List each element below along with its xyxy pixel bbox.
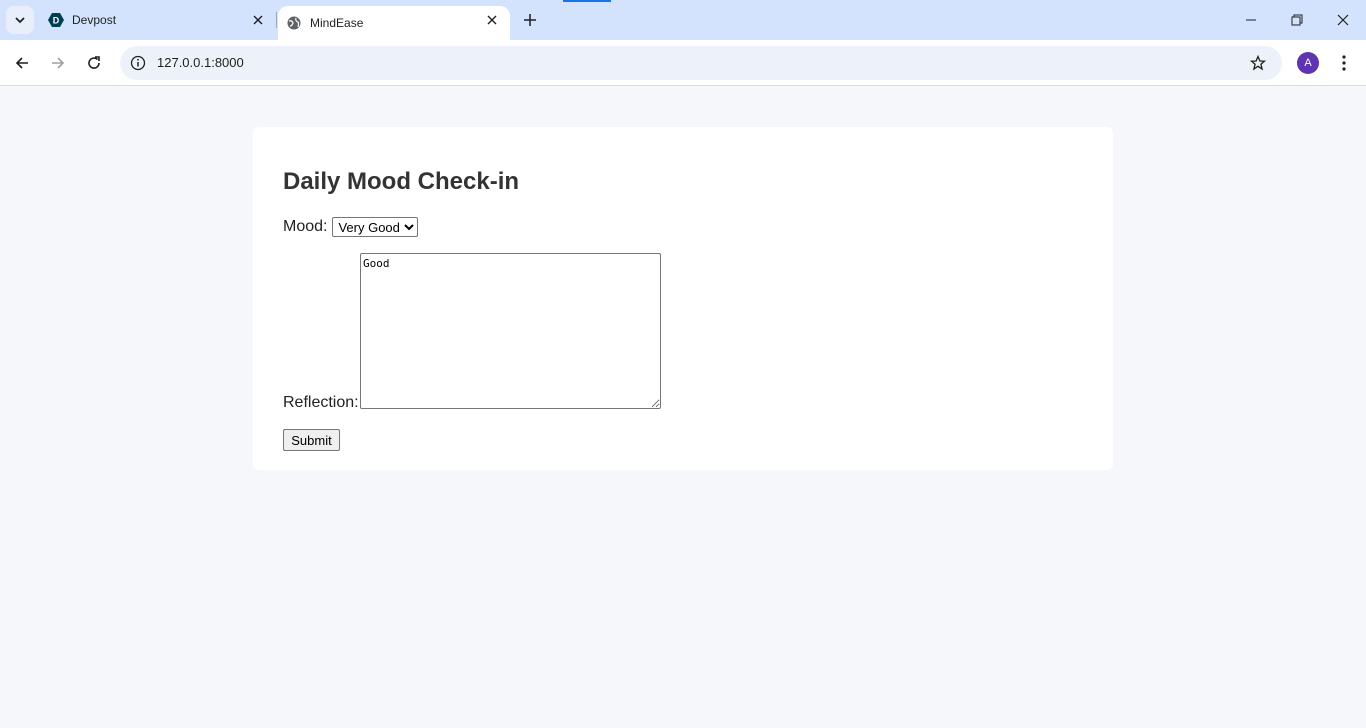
tab-devpost[interactable]: D Devpost: [40, 0, 276, 40]
close-icon: [1337, 14, 1349, 26]
forward-button[interactable]: [44, 49, 72, 77]
reflection-textarea[interactable]: Good: [360, 253, 661, 409]
checkin-card: Daily Mood Check-in Mood: Very Good Refl…: [253, 127, 1113, 470]
chevron-down-icon: [15, 17, 25, 24]
page-title: Daily Mood Check-in: [283, 168, 520, 195]
close-window-button[interactable]: [1320, 0, 1366, 40]
restore-icon: [1291, 14, 1303, 26]
arrow-left-icon: [15, 57, 28, 69]
bookmark-star-icon[interactable]: [1248, 53, 1268, 73]
url-text: 127.0.0.1:8000: [157, 55, 244, 70]
tab-title: Devpost: [72, 13, 117, 27]
profile-avatar[interactable]: A: [1297, 52, 1319, 74]
tab-accent-line: [563, 0, 611, 2]
tab-mindease[interactable]: MindEase: [278, 6, 510, 40]
tab-search-button[interactable]: [6, 6, 34, 34]
address-bar[interactable]: 127.0.0.1:8000: [120, 46, 1282, 80]
back-button[interactable]: [8, 49, 36, 77]
site-info-icon[interactable]: [128, 53, 148, 73]
minimize-button[interactable]: [1228, 0, 1274, 40]
restore-button[interactable]: [1274, 0, 1320, 40]
browser-menu-button[interactable]: [1332, 51, 1356, 75]
browser-toolbar: 127.0.0.1:8000 A: [0, 40, 1366, 86]
tab-title: MindEase: [310, 16, 364, 30]
tab-strip: D Devpost MindEase: [0, 0, 1366, 40]
close-tab-icon[interactable]: [484, 12, 500, 28]
reflection-label: Reflection:: [283, 394, 359, 411]
devpost-logo-icon: D: [48, 12, 64, 28]
submit-button[interactable]: Submit: [283, 429, 340, 451]
globe-icon: [286, 15, 302, 31]
new-tab-button[interactable]: [518, 8, 542, 32]
plus-icon: [524, 14, 536, 26]
mood-row: Mood: Very Good: [283, 217, 419, 237]
more-vertical-icon: [1342, 55, 1346, 71]
reload-icon: [88, 56, 100, 69]
svg-text:D: D: [53, 16, 60, 26]
mood-label: Mood:: [283, 218, 328, 235]
reload-button[interactable]: [80, 49, 108, 77]
mood-select[interactable]: Very Good: [332, 217, 419, 237]
arrow-right-icon: [52, 57, 65, 69]
tab-separator: [276, 12, 277, 28]
close-tab-icon[interactable]: [250, 12, 266, 28]
minimize-icon: [1246, 19, 1256, 21]
